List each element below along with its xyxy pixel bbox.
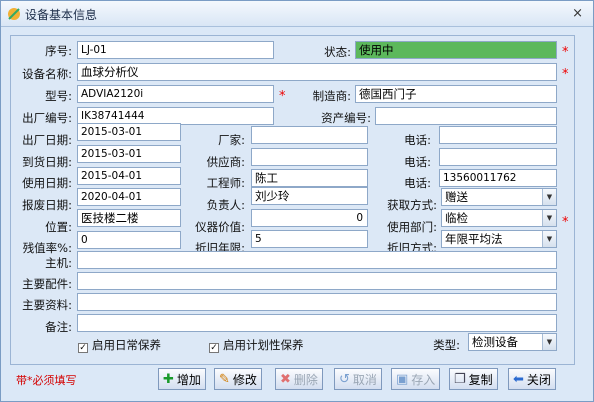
- model-field[interactable]: ADVIA2120i: [77, 85, 274, 103]
- dept-value: 临检: [445, 211, 468, 225]
- chevron-down-icon[interactable]: ▼: [542, 189, 556, 205]
- manufacturer-label: 制造商:: [312, 89, 351, 103]
- supplier-field[interactable]: [251, 148, 368, 166]
- scrap-date-field[interactable]: 2020-04-01: [77, 188, 181, 206]
- add-button[interactable]: ✚ 增加: [158, 368, 206, 390]
- copy-button[interactable]: ❐ 复制: [449, 368, 498, 390]
- planned-maintenance-checkbox[interactable]: ✓ 启用计划性保养: [209, 337, 304, 353]
- plus-icon: ✚: [163, 371, 174, 387]
- residual-label: 残值率%:: [22, 241, 72, 255]
- docs-field[interactable]: [77, 293, 557, 311]
- serial-label: 序号:: [45, 44, 72, 58]
- manufacturer-field[interactable]: 德国西门子: [355, 85, 557, 103]
- type-value: 检测设备: [472, 335, 518, 349]
- value-label: 仪器价值:: [195, 220, 245, 234]
- engineer-phone-label: 电话:: [404, 176, 431, 190]
- save-button[interactable]: ▣ 存入: [391, 368, 441, 390]
- type-select[interactable]: 检测设备 ▼: [468, 333, 557, 351]
- engineer-phone-field[interactable]: 13560011762: [439, 169, 557, 187]
- name-field[interactable]: 血球分析仪: [77, 63, 557, 81]
- planned-maintenance-label: 启用计划性保养: [223, 338, 304, 352]
- arrow-left-icon: ⬅: [513, 371, 524, 387]
- engineer-field[interactable]: 陈工: [251, 169, 368, 187]
- dept-label: 使用部门:: [387, 220, 437, 234]
- chevron-down-icon[interactable]: ▼: [542, 231, 556, 247]
- required-note: 带*必须填写: [16, 374, 77, 387]
- vendor-phone-label: 电话:: [404, 133, 431, 147]
- dept-select[interactable]: 临检 ▼: [441, 209, 557, 227]
- chevron-down-icon[interactable]: ▼: [542, 334, 556, 350]
- person-label: 负责人:: [206, 198, 245, 212]
- use-date-label: 使用日期:: [22, 176, 72, 190]
- acquire-label: 获取方式:: [387, 198, 437, 212]
- serial-field[interactable]: LJ-01: [77, 41, 274, 59]
- asset-no-field[interactable]: [375, 107, 557, 125]
- name-label: 设备名称:: [22, 67, 72, 81]
- location-label: 位置:: [45, 220, 72, 234]
- window-title: 设备基本信息: [25, 8, 98, 22]
- arrival-date-label: 到货日期:: [22, 155, 72, 169]
- required-mark: *: [562, 215, 569, 230]
- delete-button[interactable]: ✖ 删除: [275, 368, 323, 390]
- acquire-select[interactable]: 赠送 ▼: [441, 188, 557, 206]
- remark-field[interactable]: [77, 314, 557, 332]
- supplier-label: 供应商:: [206, 155, 245, 169]
- host-label: 主机:: [45, 256, 72, 270]
- supplier-phone-label: 电话:: [404, 155, 431, 169]
- residual-field[interactable]: 0: [77, 231, 181, 249]
- factory-date-field[interactable]: 2015-03-01: [77, 123, 181, 141]
- supplier-phone-field[interactable]: [439, 148, 557, 166]
- pencil-icon: ✎: [219, 371, 230, 387]
- remark-label: 备注:: [45, 320, 72, 334]
- value-field[interactable]: 0: [251, 209, 368, 227]
- close-icon[interactable]: ×: [572, 6, 583, 21]
- daily-maintenance-checkbox[interactable]: ✓ 启用日常保养: [78, 337, 161, 353]
- factory-no-label: 出厂编号:: [22, 111, 72, 125]
- dep-method-select[interactable]: 年限平均法 ▼: [441, 230, 557, 248]
- disk-icon: ▣: [396, 371, 409, 387]
- person-field[interactable]: 刘少玲: [251, 187, 368, 205]
- factory-date-label: 出厂日期:: [22, 133, 72, 147]
- vendor-label: 厂家:: [218, 133, 245, 147]
- engineer-label: 工程师:: [206, 176, 245, 190]
- required-mark: *: [279, 89, 286, 104]
- model-label: 型号:: [45, 89, 72, 103]
- status-field[interactable]: 使用中: [355, 41, 557, 59]
- copy-icon: ❐: [454, 371, 466, 387]
- dep-method-value: 年限平均法: [445, 232, 503, 246]
- checkbox-check-icon: ✓: [78, 343, 88, 353]
- use-date-field[interactable]: 2015-04-01: [77, 167, 181, 185]
- dep-years-field[interactable]: 5: [251, 230, 368, 248]
- vendor-field[interactable]: [251, 126, 368, 144]
- required-mark: *: [562, 45, 569, 60]
- vendor-phone-field[interactable]: [439, 126, 557, 144]
- parts-label: 主要配件:: [22, 277, 72, 291]
- close-button[interactable]: ⬅ 关闭: [508, 368, 556, 390]
- required-mark: *: [562, 67, 569, 82]
- docs-label: 主要资料:: [22, 298, 72, 312]
- acquire-value: 赠送: [445, 190, 468, 204]
- parts-field[interactable]: [77, 272, 557, 290]
- x-icon: ✖: [280, 371, 291, 387]
- cancel-button[interactable]: ↺ 取消: [334, 368, 382, 390]
- arrival-date-field[interactable]: 2015-03-01: [77, 145, 181, 163]
- type-label: 类型:: [433, 338, 460, 352]
- checkbox-check-icon: ✓: [209, 343, 219, 353]
- daily-maintenance-label: 启用日常保养: [92, 338, 161, 352]
- device-info-window: 设备基本信息 × 序号: LJ-01 状态: 使用中 * 设备名称: 血球分析仪…: [0, 0, 594, 402]
- edit-button[interactable]: ✎ 修改: [214, 368, 262, 390]
- app-icon: [8, 8, 20, 20]
- location-field[interactable]: 医技楼二楼: [77, 209, 181, 227]
- title-bar: 设备基本信息 ×: [1, 1, 593, 27]
- status-label: 状态:: [324, 45, 351, 59]
- scrap-date-label: 报废日期:: [22, 198, 72, 212]
- chevron-down-icon[interactable]: ▼: [542, 210, 556, 226]
- undo-icon: ↺: [339, 371, 350, 387]
- asset-no-label: 资产编号:: [321, 111, 371, 125]
- host-field[interactable]: [77, 251, 557, 269]
